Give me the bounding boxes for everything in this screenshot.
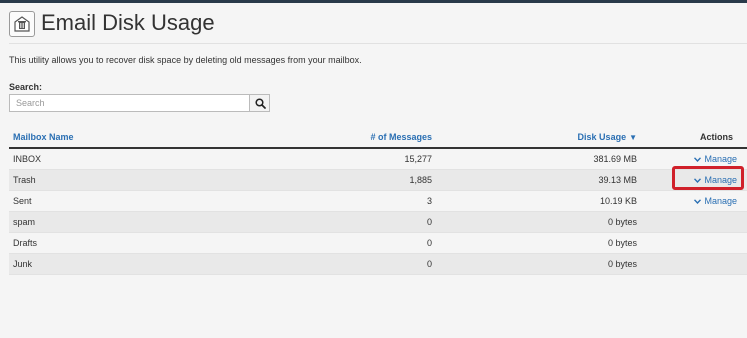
column-header-actions: Actions [699, 132, 733, 142]
manage-label: Manage [704, 154, 737, 164]
disk-usage: 39.13 MB [598, 175, 637, 185]
message-count: 15,277 [404, 154, 432, 164]
chevron-down-icon [694, 199, 702, 205]
manage-link-inbox[interactable]: Manage [694, 154, 737, 165]
mailbox-name: Trash [13, 175, 36, 185]
disk-usage: 10.19 KB [599, 196, 637, 206]
search-icon [255, 98, 266, 109]
manage-label: Manage [704, 196, 737, 206]
page-description: This utility allows you to recover disk … [9, 55, 362, 65]
disk-usage: 0 bytes [607, 217, 637, 227]
table-row: Drafts 0 0 bytes [9, 233, 747, 254]
page-title: Email Disk Usage [41, 10, 215, 35]
column-header-mailbox-name[interactable]: Mailbox Name [13, 132, 74, 143]
top-bar [0, 0, 747, 3]
disk-usage: 0 bytes [607, 259, 637, 269]
column-header-messages[interactable]: # of Messages [370, 132, 432, 143]
mailbox-name: spam [13, 217, 36, 227]
table-row: spam 0 0 bytes [9, 212, 747, 233]
message-count: 0 [426, 238, 432, 248]
trash-envelope-icon [9, 11, 35, 37]
search-label: Search: [9, 82, 43, 92]
table-row: Junk 0 0 bytes [9, 254, 747, 275]
mailbox-name: Drafts [13, 238, 38, 248]
table-row: INBOX 15,277 381.69 MB Manage [9, 149, 747, 170]
mailbox-table: Mailbox Name # of Messages Disk Usage ▼ A… [9, 127, 747, 275]
column-header-disk-usage[interactable]: Disk Usage ▼ [578, 132, 637, 143]
message-count: 3 [426, 196, 432, 206]
mailbox-name: Sent [13, 196, 32, 206]
chevron-down-icon [694, 157, 702, 163]
title-divider [9, 43, 747, 44]
message-count: 0 [426, 259, 432, 269]
message-count: 0 [426, 217, 432, 227]
manage-link-sent[interactable]: Manage [694, 196, 737, 207]
message-count: 1,885 [409, 175, 432, 185]
search-input[interactable] [9, 94, 249, 112]
mailbox-name: INBOX [13, 154, 42, 164]
disk-usage: 0 bytes [607, 238, 637, 248]
table-row: Trash 1,885 39.13 MB Manage [9, 170, 747, 191]
mailbox-name: Junk [13, 259, 33, 269]
sort-descending-icon: ▼ [629, 133, 637, 142]
table-row: Sent 3 10.19 KB Manage [9, 191, 747, 212]
disk-usage: 381.69 MB [593, 154, 637, 164]
highlight-annotation [672, 166, 744, 190]
disk-usage-header-label: Disk Usage [577, 132, 627, 142]
search-button[interactable] [249, 94, 270, 112]
table-header: Mailbox Name # of Messages Disk Usage ▼ A… [9, 127, 747, 149]
